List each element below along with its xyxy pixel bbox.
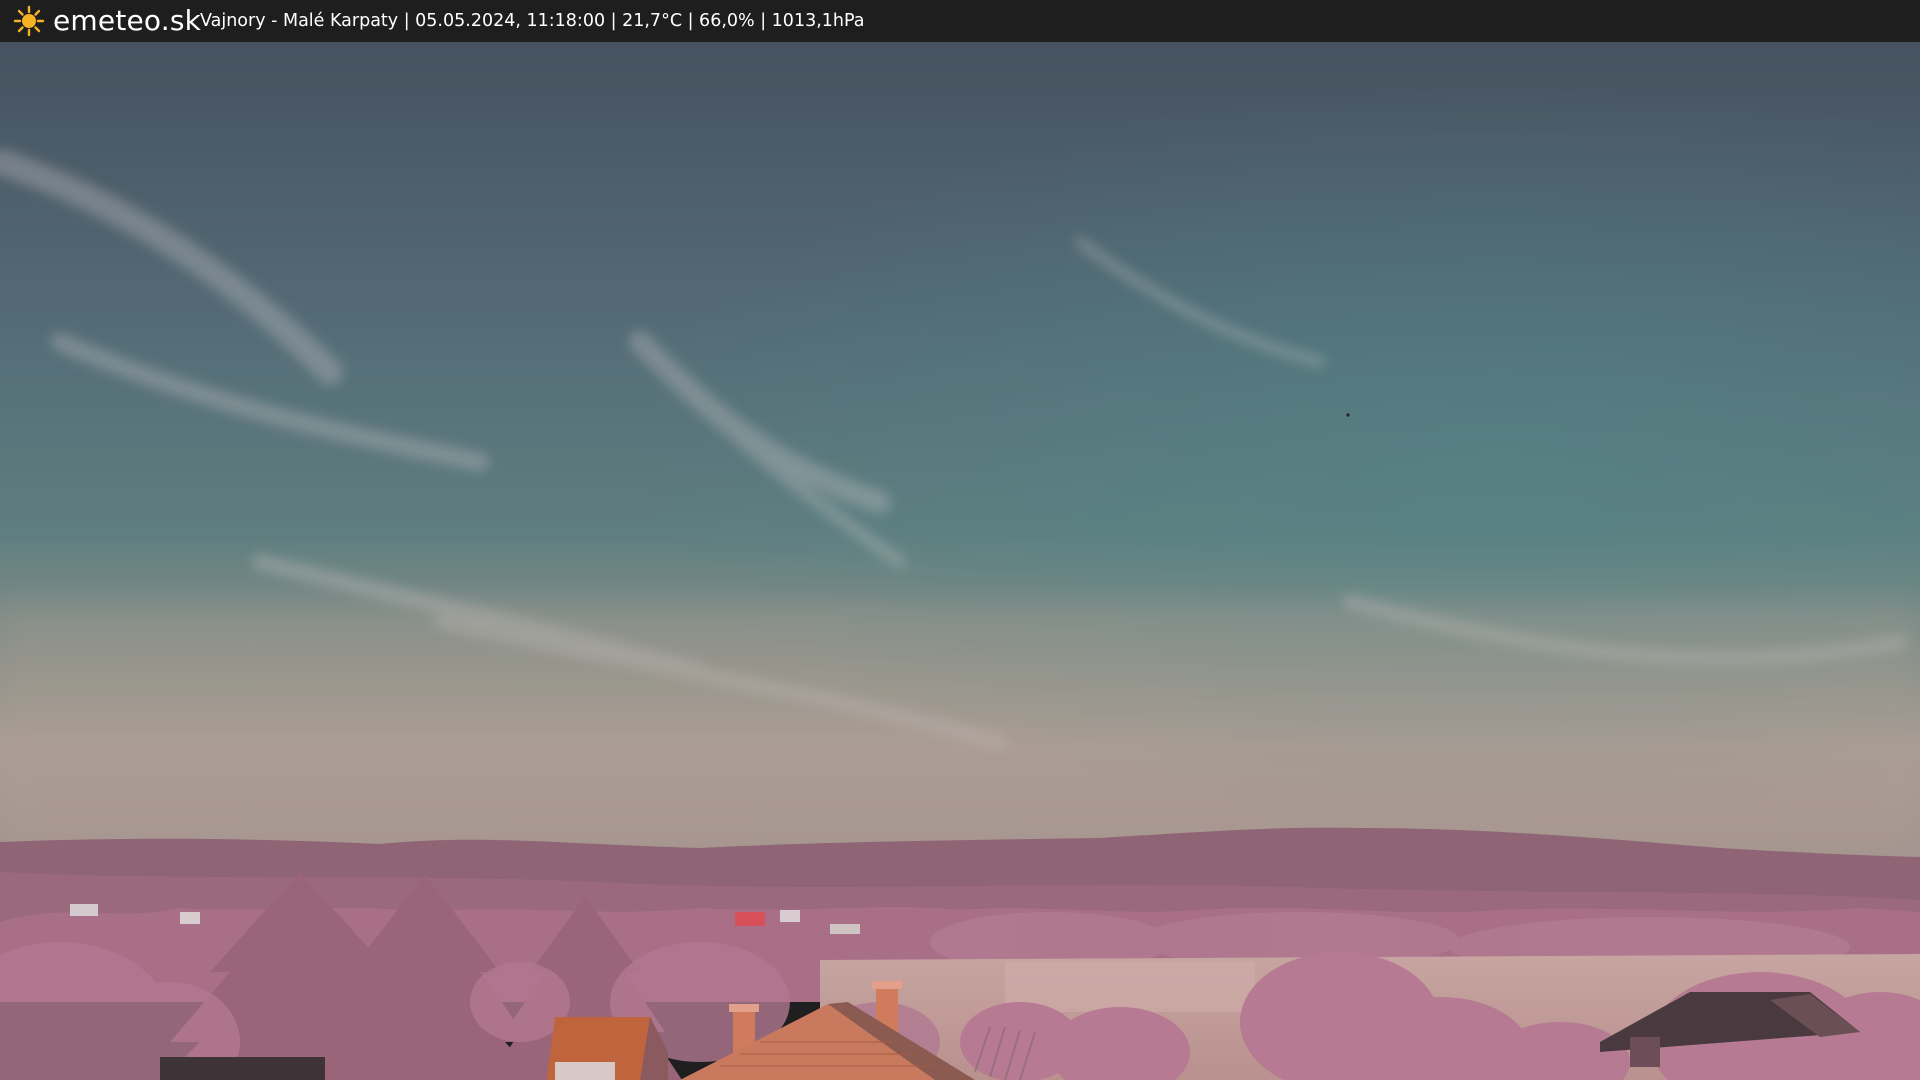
sun-icon xyxy=(13,5,45,37)
landscape-photo xyxy=(0,42,1920,1080)
brand-logo-text: emeteo.sk xyxy=(53,4,202,37)
webcam-header-bar: emeteo.sk Vajnory - Malé Karpaty | 05.05… xyxy=(0,0,1920,42)
house-roof-left xyxy=(546,1017,668,1080)
webcam-image xyxy=(0,42,1920,1080)
webcam-caption: Vajnory - Malé Karpaty | 05.05.2024, 11:… xyxy=(200,11,865,31)
bird xyxy=(1346,413,1350,417)
foreground-wall xyxy=(160,1057,325,1080)
red-building xyxy=(735,912,765,926)
